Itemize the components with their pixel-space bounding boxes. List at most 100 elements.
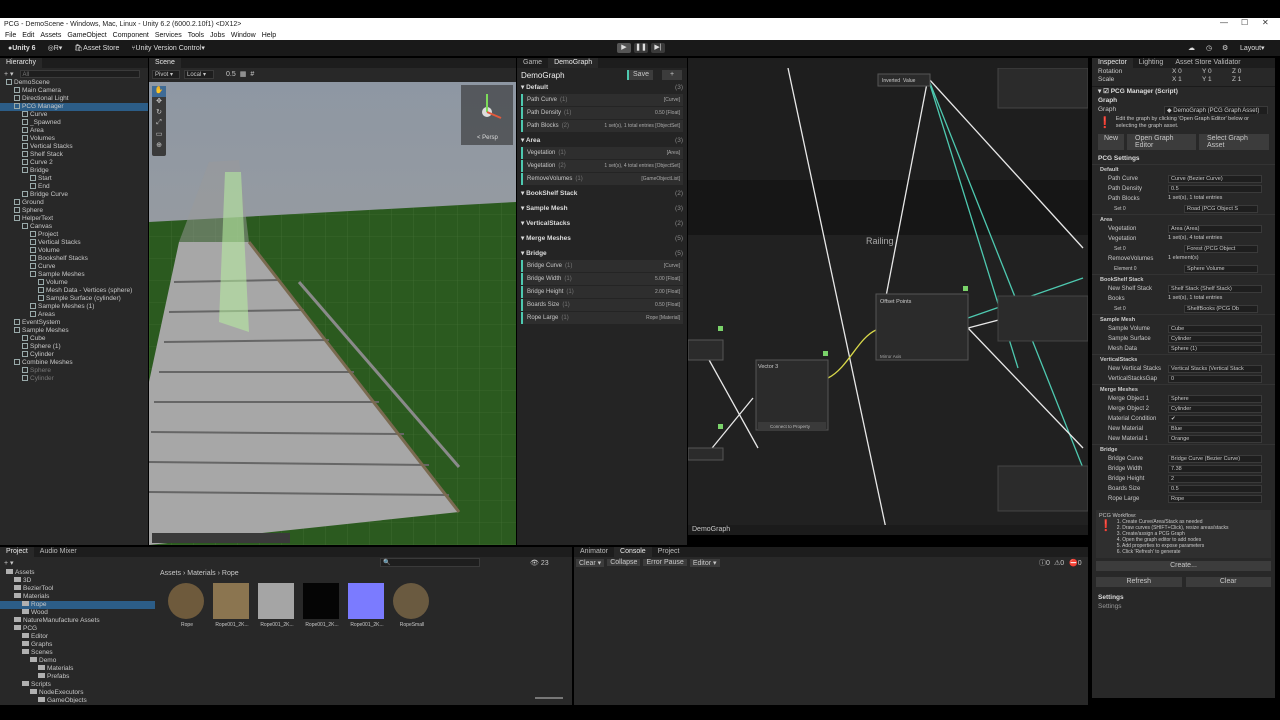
menu-item-window[interactable]: Window — [231, 32, 256, 39]
collapse-button[interactable]: Collapse — [607, 559, 641, 566]
menu-item-gameobject[interactable]: GameObject — [67, 32, 106, 39]
hierarchy-item[interactable]: Curve — [0, 111, 148, 119]
tab-hierarchy[interactable]: Hierarchy — [0, 58, 42, 68]
transform-tool-icon[interactable]: ⊕ — [152, 141, 166, 152]
cloud-icon[interactable]: ☁ — [1184, 43, 1199, 54]
project-folder[interactable]: Materials — [0, 665, 155, 673]
hierarchy-item[interactable]: Start — [0, 175, 148, 183]
settings-value-field[interactable]: 7.38 — [1168, 465, 1262, 473]
project-folder[interactable]: Prefabs — [0, 673, 155, 681]
rotation-z[interactable]: Z 0 — [1232, 68, 1241, 76]
menu-item-services[interactable]: Services — [155, 32, 182, 39]
hierarchy-item[interactable]: Curve — [0, 263, 148, 271]
settings-value-field[interactable]: 2 — [1168, 475, 1262, 483]
asset-item[interactable]: Rope001_2K... — [213, 583, 251, 628]
tab-game[interactable]: Game — [517, 58, 548, 68]
settings-value-field[interactable]: Curve (Bezier Curve) — [1168, 175, 1262, 183]
menu-item-jobs[interactable]: Jobs — [210, 32, 225, 39]
tab-animator[interactable]: Animator — [574, 547, 614, 557]
property-row[interactable]: Vegetation (2) 1 set(s), 4 total entries [… — [521, 160, 683, 172]
create-button[interactable]: Create... — [1096, 561, 1271, 571]
settings-value-field[interactable]: 0.5 — [1168, 185, 1262, 193]
section-header-default[interactable]: ▾ Default (3) — [517, 82, 687, 94]
breadcrumb-item[interactable]: Materials — [187, 570, 215, 577]
settings-value-field[interactable]: Forest (PCG Object — [1184, 245, 1258, 253]
graph-asset-field[interactable]: ◆ DemoGraph (PCG Graph Asset) — [1164, 106, 1268, 114]
settings-value-field[interactable]: Road (PCG Object S — [1184, 205, 1258, 213]
project-folder[interactable]: NodeExecutors — [0, 689, 155, 697]
add-property-button[interactable]: + — [662, 70, 682, 80]
settings-value-field[interactable]: Bridge Curve (Bezier Curve) — [1168, 455, 1262, 463]
hierarchy-item[interactable]: Volumes — [0, 135, 148, 143]
settings-value-field[interactable]: 0 — [1168, 375, 1262, 383]
asset-item[interactable]: Rope001_2K... — [303, 583, 341, 628]
hierarchy-item[interactable]: Cube — [0, 335, 148, 343]
account-button[interactable]: ● Unity 6 — [4, 43, 40, 54]
open-graph-editor-button[interactable]: Open Graph Editor — [1127, 134, 1196, 150]
property-row[interactable]: Bridge Curve (1) [Curve] — [521, 260, 683, 272]
property-row[interactable]: Path Blocks (2) 1 set(s), 1 total entries … — [521, 120, 683, 132]
move-tool-icon[interactable]: ✥ — [152, 97, 166, 108]
editor-dropdown[interactable]: Editor ▾ — [689, 558, 720, 567]
settings-value-field[interactable]: ✔ — [1168, 415, 1262, 423]
property-row[interactable]: RemoveVolumes (1) [GameObjectList] — [521, 173, 683, 185]
hierarchy-item[interactable]: Bookshelf Stacks — [0, 255, 148, 263]
grid-icon[interactable]: # — [250, 71, 254, 78]
settings-value-field[interactable]: Cylinder — [1168, 335, 1262, 343]
hierarchy-item[interactable]: Sample Surface (cylinder) — [0, 295, 148, 303]
menu-item-tools[interactable]: Tools — [188, 32, 204, 39]
graph-canvas[interactable]: Railing Offset Points Mirror Axis Vector… — [688, 68, 1088, 535]
tab-scene[interactable]: Scene — [149, 58, 181, 68]
project-folder[interactable]: Graphs — [0, 641, 155, 649]
tab-console[interactable]: Console — [614, 547, 652, 557]
asset-item[interactable]: Rope001_2K... — [348, 583, 386, 628]
scale-y[interactable]: Y 1 — [1202, 76, 1212, 84]
property-row[interactable]: Path Curve (1) [Curve] — [521, 94, 683, 106]
rect-tool-icon[interactable]: ▭ — [152, 130, 166, 141]
project-folder[interactable]: Scenes — [0, 649, 155, 657]
hierarchy-item[interactable]: PCG Manager — [0, 103, 148, 111]
settings-value-field[interactable]: Rope — [1168, 495, 1262, 503]
project-folder[interactable]: Demo — [0, 657, 155, 665]
close-icon[interactable]: ✕ — [1262, 18, 1269, 27]
project-folder[interactable]: Assets — [0, 569, 155, 577]
project-folder[interactable]: NatureManufacture Assets — [0, 617, 155, 625]
warning-count[interactable]: ⚠0 — [1054, 559, 1064, 567]
property-row[interactable]: Bridge Width (1) 5.00 [Float] — [521, 273, 683, 285]
project-folder[interactable]: Rope — [0, 601, 155, 609]
settings-value-field[interactable]: Area (Area) — [1168, 225, 1262, 233]
hierarchy-item[interactable]: Bridge Curve — [0, 191, 148, 199]
hierarchy-search[interactable]: All — [19, 69, 140, 78]
settings-value-field[interactable]: 1 set(s), 1 total entries — [1168, 195, 1262, 203]
hierarchy-item[interactable]: EventSystem — [0, 319, 148, 327]
section-header-bridge[interactable]: ▾ Bridge (5) — [517, 248, 687, 260]
property-row[interactable]: Vegetation (1) [Area] — [521, 147, 683, 159]
hierarchy-item[interactable]: End — [0, 183, 148, 191]
hierarchy-item[interactable]: Volume — [0, 247, 148, 255]
error-count[interactable]: ⛔0 — [1069, 559, 1082, 567]
hierarchy-item[interactable]: Mesh Data - Vertices (sphere) — [0, 287, 148, 295]
clear-button[interactable]: Clear — [1185, 577, 1271, 587]
rotation-x[interactable]: X 0 — [1172, 68, 1182, 76]
rotation-y[interactable]: Y 0 — [1202, 68, 1212, 76]
tab-asset-store-validator[interactable]: Asset Store Validator — [1169, 58, 1246, 68]
property-row[interactable]: Bridge Height (1) 2.00 [Float] — [521, 286, 683, 298]
view-tool-icon[interactable]: ✋ — [152, 86, 166, 97]
breadcrumb-item[interactable]: Assets — [160, 570, 181, 577]
tab-lighting[interactable]: Lighting — [1133, 58, 1170, 68]
tab-project[interactable]: Project — [0, 547, 34, 557]
hierarchy-item[interactable]: Sphere (1) — [0, 343, 148, 351]
maximize-icon[interactable]: ☐ — [1241, 18, 1248, 27]
section-header-sample-mesh[interactable]: ▾ Sample Mesh (3) — [517, 203, 687, 215]
hierarchy-item[interactable]: Shelf Stack — [0, 151, 148, 159]
settings-value-field[interactable]: Sphere — [1168, 395, 1262, 403]
hierarchy-item[interactable]: Sample Meshes — [0, 327, 148, 335]
hierarchy-item[interactable]: Cylinder — [0, 351, 148, 359]
hierarchy-item[interactable]: Combine Meshes — [0, 359, 148, 367]
property-row[interactable]: Boards Size (1) 0.50 [Float] — [521, 299, 683, 311]
save-button[interactable]: Save — [627, 70, 653, 80]
tab-project-2[interactable]: Project — [652, 547, 686, 557]
project-folder[interactable]: Scripts — [0, 681, 155, 689]
settings-value-field[interactable]: 1 element(s) — [1168, 255, 1262, 263]
settings-value-field[interactable]: Orange — [1168, 435, 1262, 443]
